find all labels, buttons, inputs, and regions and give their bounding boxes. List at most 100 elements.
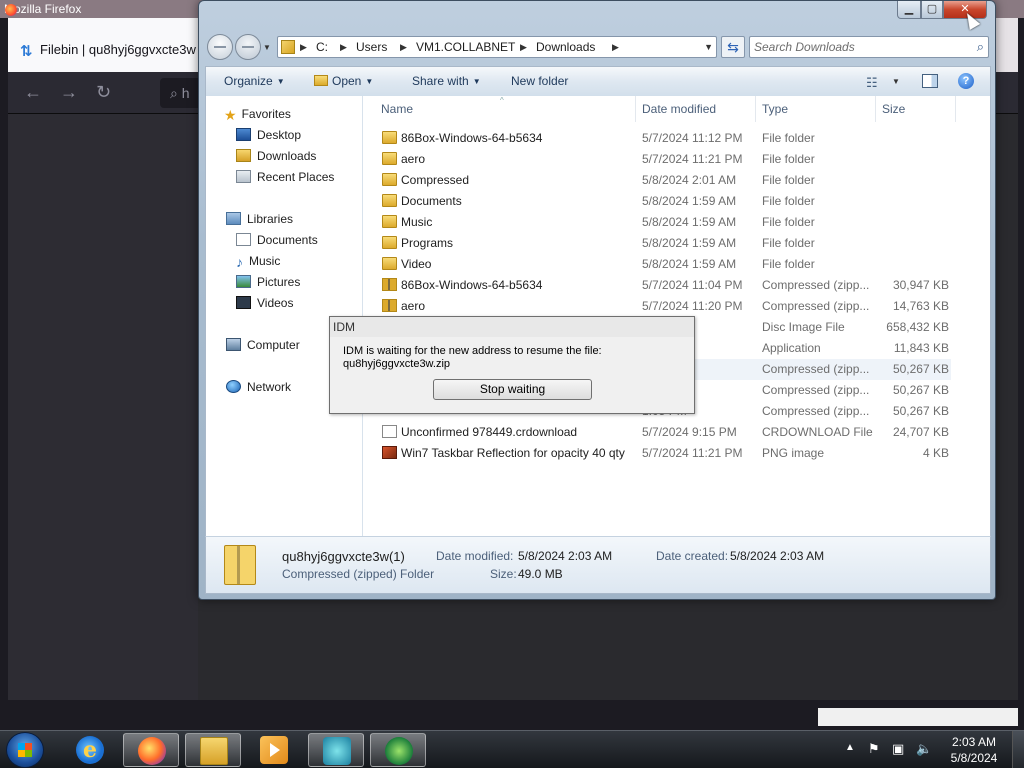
volume-muted-icon[interactable]: 🔈 bbox=[916, 741, 932, 757]
minimize-button[interactable]: ▁ bbox=[897, 1, 921, 19]
column-header-type[interactable]: Type bbox=[762, 102, 788, 116]
file-size: 4 KB bbox=[922, 446, 949, 460]
nav-downloads[interactable]: Downloads bbox=[236, 149, 316, 163]
nav-music[interactable]: ♪ Music bbox=[236, 254, 280, 270]
network-icon bbox=[226, 380, 241, 393]
column-divider[interactable] bbox=[755, 96, 756, 122]
png-image-icon bbox=[382, 446, 397, 459]
file-size: 30,947 KB bbox=[892, 278, 949, 292]
idm-message: IDM is waiting for the new address to re… bbox=[343, 345, 683, 371]
nav-network[interactable]: Network bbox=[226, 380, 291, 394]
taskbar-windows-explorer[interactable] bbox=[185, 733, 241, 767]
taskbar-app-bird[interactable] bbox=[308, 733, 364, 767]
nav-desktop[interactable]: Desktop bbox=[236, 128, 301, 142]
nav-favorites[interactable]: ★ Favorites bbox=[224, 107, 291, 123]
file-name: Win7 Taskbar Reflection for opacity 40 q… bbox=[401, 446, 625, 460]
breadcrumb-separator-icon[interactable]: ▶ bbox=[520, 42, 527, 53]
address-bar[interactable]: ▶ C: ▶ Users ▶ VM1.COLLABNET ▶ Downloads… bbox=[277, 36, 717, 58]
nav-libraries[interactable]: Libraries bbox=[226, 212, 293, 226]
file-row[interactable]: aero 5/7/2024 11:20 PM Compressed (zipp...… bbox=[377, 296, 951, 317]
column-header-date[interactable]: Date modified bbox=[642, 102, 716, 116]
details-created-value: 5/8/2024 2:03 AM bbox=[730, 549, 825, 563]
breadcrumb-separator-icon[interactable]: ▶ bbox=[400, 42, 407, 53]
nav-computer[interactable]: Computer bbox=[226, 338, 300, 352]
clock[interactable]: 2:03 AM 5/8/2024 bbox=[944, 734, 1004, 766]
file-type: File folder bbox=[762, 257, 815, 271]
nav-documents[interactable]: Documents bbox=[236, 233, 318, 247]
back-button[interactable] bbox=[207, 34, 233, 60]
file-row[interactable]: Win7 Taskbar Reflection for opacity 40 q… bbox=[377, 443, 951, 464]
file-row[interactable]: aero 5/7/2024 11:21 PM File folder bbox=[377, 149, 951, 170]
open-button[interactable]: Open ▼ bbox=[314, 74, 373, 88]
file-row[interactable]: Compressed 5/8/2024 2:01 AM File folder bbox=[377, 170, 951, 191]
back-arrow-icon[interactable]: ← bbox=[24, 82, 42, 103]
column-header-size[interactable]: Size bbox=[882, 102, 905, 116]
file-row[interactable]: Video 5/8/2024 1:59 AM File folder bbox=[377, 254, 951, 275]
recent-pages-dropdown[interactable]: ▼ bbox=[263, 43, 271, 52]
show-desktop-button[interactable] bbox=[1012, 731, 1024, 768]
reload-icon[interactable]: ↻ bbox=[96, 82, 111, 103]
nav-videos[interactable]: Videos bbox=[236, 296, 293, 310]
breadcrumb-users[interactable]: Users bbox=[356, 40, 387, 54]
start-button[interactable] bbox=[6, 732, 44, 768]
help-icon[interactable]: ? bbox=[958, 73, 974, 89]
chevron-down-icon: ▼ bbox=[365, 77, 374, 86]
documents-icon bbox=[236, 233, 251, 246]
nav-recent-places[interactable]: Recent Places bbox=[236, 170, 334, 184]
file-type: Disc Image File bbox=[762, 320, 845, 334]
breadcrumb-vm1-collabnet[interactable]: VM1.COLLABNET bbox=[416, 40, 515, 54]
file-type: PNG image bbox=[762, 446, 825, 460]
idm-title-bar[interactable]: IDM bbox=[330, 317, 694, 337]
show-hidden-icons-icon[interactable]: ▲ bbox=[845, 742, 855, 753]
organize-button[interactable]: Organize ▼ bbox=[224, 74, 285, 88]
nav-pictures[interactable]: Pictures bbox=[236, 275, 300, 289]
column-divider[interactable] bbox=[635, 96, 636, 122]
breadcrumb-downloads[interactable]: Downloads bbox=[536, 40, 595, 54]
file-name: Video bbox=[401, 257, 432, 271]
details-created-label: Date created: bbox=[656, 549, 729, 563]
nav-videos-label: Videos bbox=[257, 296, 294, 310]
file-row[interactable]: 86Box-Windows-64-b5634 5/7/2024 11:12 PM F… bbox=[377, 128, 951, 149]
file-row[interactable]: Music 5/8/2024 1:59 AM File folder bbox=[377, 212, 951, 233]
search-input[interactable]: Search Downloads ⌕ bbox=[749, 36, 989, 58]
network-tray-icon[interactable]: ▣ bbox=[892, 741, 904, 757]
search-icon[interactable]: ⌕ bbox=[977, 39, 984, 55]
view-options-dropdown-icon[interactable]: ▼ bbox=[892, 77, 900, 86]
firefox-tab[interactable]: ⇅ Filebin | qu8hyj6ggvxcte3w bbox=[8, 18, 198, 72]
computer-icon bbox=[226, 338, 241, 351]
file-row[interactable]: Programs 5/8/2024 1:59 AM File folder bbox=[377, 233, 951, 254]
folder-icon bbox=[382, 215, 397, 228]
new-folder-button[interactable]: New folder bbox=[511, 74, 568, 88]
share-with-button[interactable]: Share with ▼ bbox=[412, 74, 481, 88]
address-dropdown-icon[interactable]: ▼ bbox=[704, 42, 713, 52]
file-size: 14,763 KB bbox=[892, 299, 949, 313]
breadcrumb-separator-icon[interactable]: ▶ bbox=[340, 42, 347, 53]
refresh-button[interactable]: ⇆ bbox=[721, 36, 745, 58]
file-type: File folder bbox=[762, 194, 815, 208]
file-row[interactable]: 86Box-Windows-64-b5634 5/7/2024 11:04 PM C… bbox=[377, 275, 951, 296]
taskbar-idm[interactable] bbox=[370, 733, 426, 767]
forward-button[interactable] bbox=[235, 34, 261, 60]
column-divider[interactable] bbox=[875, 96, 876, 122]
new-folder-label: New folder bbox=[511, 74, 569, 88]
taskbar-internet-explorer[interactable]: e bbox=[62, 733, 118, 767]
file-type: File folder bbox=[762, 131, 815, 145]
taskbar-firefox[interactable] bbox=[123, 733, 179, 767]
maximize-button[interactable]: ▢ bbox=[921, 1, 943, 19]
stop-waiting-button[interactable]: Stop waiting bbox=[433, 379, 592, 400]
column-header-name[interactable]: Name bbox=[381, 102, 413, 116]
preview-pane-icon[interactable] bbox=[922, 74, 938, 88]
taskbar-media-player[interactable] bbox=[246, 733, 302, 767]
file-row[interactable]: Documents 5/8/2024 1:59 AM File folder bbox=[377, 191, 951, 212]
breadcrumb-separator-icon[interactable]: ▶ bbox=[612, 42, 619, 53]
file-row[interactable]: Unconfirmed 978449.crdownload 5/7/2024 9:… bbox=[377, 422, 951, 443]
breadcrumb-separator-icon[interactable]: ▶ bbox=[300, 42, 307, 53]
change-view-icon[interactable]: ☷ bbox=[866, 75, 878, 91]
file-date-modified: 5/7/2024 11:21 PM bbox=[642, 446, 743, 460]
action-center-flag-icon[interactable]: ⚑ bbox=[868, 741, 880, 757]
breadcrumb-c[interactable]: C: bbox=[316, 40, 328, 54]
firefox-tab-title: Filebin | qu8hyj6ggvxcte3w bbox=[40, 42, 196, 57]
folder-icon bbox=[382, 194, 397, 207]
forward-arrow-icon[interactable]: → bbox=[60, 82, 78, 103]
column-divider[interactable] bbox=[955, 96, 956, 122]
